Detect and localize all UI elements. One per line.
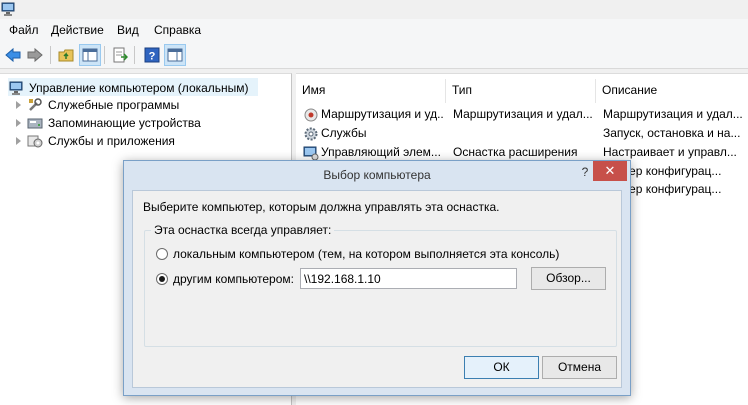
menu-bar: Файл Действие Вид Справка (0, 19, 748, 41)
show-hide-tree-button[interactable] (79, 44, 101, 66)
cell-type: Маршрутизация и удал... (453, 107, 593, 121)
browse-button[interactable]: Обзор... (531, 267, 606, 290)
radio-button[interactable] (156, 248, 168, 260)
tree-item-computer-management[interactable]: Управление компьютером (локальным) (8, 78, 258, 96)
close-icon: ✕ (604, 163, 616, 178)
toolbar-separator (50, 46, 51, 64)
column-header-description[interactable]: Описание (596, 79, 748, 103)
radio-local-computer[interactable]: локальным компьютером (тем, на котором в… (156, 245, 616, 263)
ok-button[interactable]: ОК (464, 356, 539, 379)
dialog-title: Выбор компьютера (323, 168, 431, 182)
cell-name: Службы (321, 126, 367, 140)
help-button[interactable]: ? (141, 44, 163, 66)
cell-name: Маршрутизация и уд... (321, 107, 443, 121)
radio-remote-label: другим компьютером: (173, 272, 294, 286)
up-folder-icon (58, 49, 74, 62)
tree-item-label: Служебные программы (48, 98, 180, 112)
show-hide-tree-icon (82, 48, 98, 62)
forward-button[interactable] (24, 44, 46, 66)
radio-another-computer[interactable]: другим компьютером: (156, 270, 296, 288)
radio-selected-dot (159, 276, 165, 282)
menu-file[interactable]: Файл (7, 22, 41, 39)
up-one-level-button[interactable] (55, 44, 77, 66)
tree-item-label: Службы и приложения (48, 134, 175, 148)
title-bar (0, 0, 748, 19)
expand-arrow-icon[interactable] (16, 137, 21, 145)
toolbar-separator (104, 46, 105, 64)
dialog-close-button[interactable]: ✕ (593, 161, 627, 181)
menu-help[interactable]: Справка (152, 22, 203, 39)
computer-management-icon (9, 81, 23, 95)
dialog-help-button[interactable]: ? (578, 163, 592, 181)
tree-item-label: Управление компьютером (локальным) (29, 81, 249, 95)
column-header-name[interactable]: Имя (296, 79, 446, 103)
routing-icon (304, 108, 318, 122)
cell-description: Запуск, остановка и на... (603, 126, 741, 140)
toolbar-separator (134, 46, 135, 64)
back-button[interactable] (2, 44, 24, 66)
export-list-icon (113, 47, 128, 63)
select-computer-dialog: Выбор компьютера ? ✕ Выберите компьютер,… (123, 160, 631, 396)
list-item[interactable]: Маршрутизация и уд... Маршрутизация и уд… (296, 105, 748, 124)
tree-item-storage[interactable]: Запоминающие устройства (16, 114, 276, 132)
column-header-type[interactable]: Тип (446, 79, 596, 103)
wmi-control-icon (303, 146, 319, 161)
dialog-prompt: Выберите компьютер, которым должна управ… (143, 200, 500, 214)
storage-icon (27, 118, 43, 129)
menu-view[interactable]: Вид (115, 22, 141, 39)
cancel-button[interactable]: Отмена (542, 356, 617, 379)
radio-local-label: локальным компьютером (тем, на котором в… (173, 247, 560, 261)
expand-arrow-icon[interactable] (16, 101, 21, 109)
svg-text:?: ? (149, 51, 156, 63)
tree-item-system-tools[interactable]: Служебные программы (16, 96, 276, 114)
cell-description: Маршрутизация и удал... (603, 107, 743, 121)
help-icon: ? (144, 47, 160, 63)
properties-button[interactable] (164, 44, 186, 66)
tree-item-services-apps[interactable]: Службы и приложения (16, 132, 276, 150)
tree-item-label: Запоминающие устройства (48, 116, 201, 130)
tools-icon (29, 98, 42, 111)
list-item[interactable]: Службы Запуск, остановка и на... (296, 124, 748, 143)
properties-icon (167, 48, 183, 62)
radio-button[interactable] (156, 273, 168, 285)
toolbar: ? (0, 41, 748, 69)
expand-arrow-icon[interactable] (16, 119, 21, 127)
services-gear-icon (304, 127, 318, 141)
forward-arrow-icon (27, 47, 43, 63)
services-apps-icon (27, 135, 43, 148)
manage-target-group: Эта оснастка всегда управляет: локальным… (144, 223, 617, 347)
export-list-button[interactable] (109, 44, 131, 66)
group-label: Эта оснастка всегда управляет: (151, 223, 335, 237)
computer-name-input[interactable] (300, 268, 517, 289)
back-arrow-icon (5, 47, 21, 63)
dialog-body: Выберите компьютер, которым должна управ… (132, 190, 622, 388)
computer-management-icon (1, 2, 15, 16)
menu-action[interactable]: Действие (49, 22, 106, 39)
